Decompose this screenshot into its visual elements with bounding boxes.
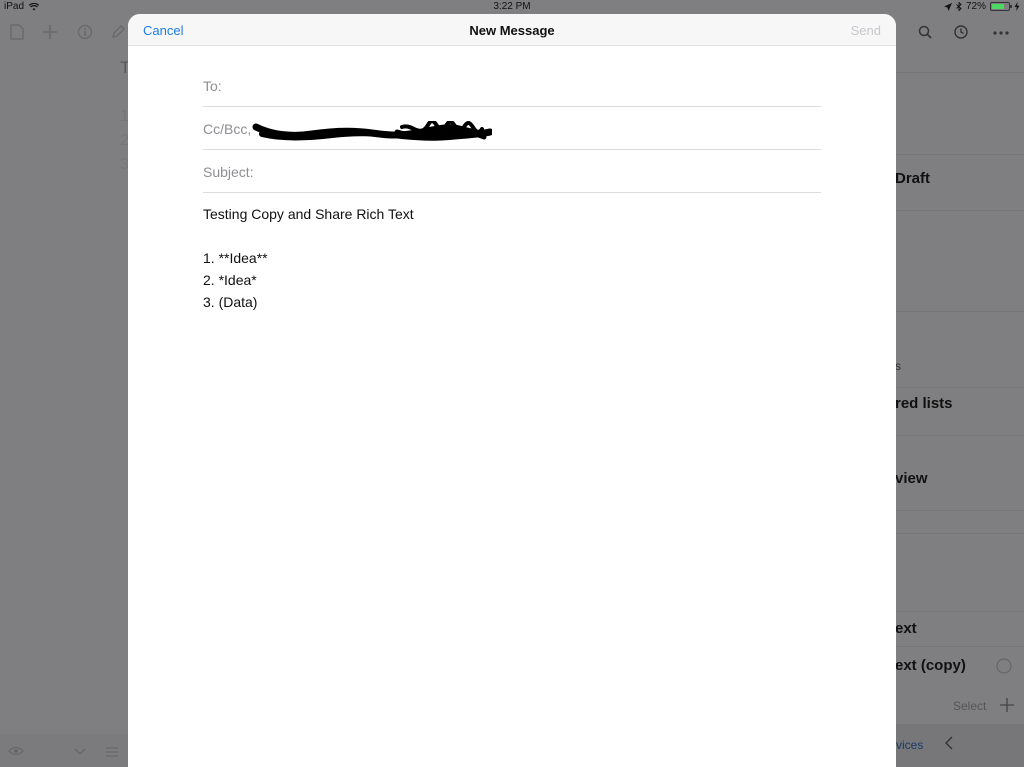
chevron-left-icon bbox=[945, 736, 953, 750]
draft-list-item: ext bbox=[895, 620, 917, 637]
pencil-icon bbox=[112, 25, 125, 38]
location-arrow-icon bbox=[943, 2, 952, 11]
document-icon bbox=[10, 24, 24, 40]
spinner-icon bbox=[996, 658, 1012, 674]
charging-bolt-icon bbox=[1014, 2, 1020, 11]
add-icon bbox=[43, 25, 57, 39]
draft-list-item: view bbox=[895, 470, 928, 487]
status-bar: iPad 3:22 PM 72% bbox=[0, 0, 1024, 14]
battery-level bbox=[992, 4, 1004, 9]
subject-field[interactable]: Subject: bbox=[203, 150, 821, 193]
services-link: vices bbox=[896, 738, 924, 752]
to-label: To: bbox=[203, 78, 222, 94]
body-line: 3. (Data) bbox=[203, 294, 258, 310]
more-icon bbox=[993, 31, 1009, 35]
section-header: s bbox=[895, 359, 901, 373]
draft-list-item: Draft bbox=[895, 170, 931, 187]
chevron-down-icon bbox=[74, 748, 86, 755]
select-label: Select bbox=[953, 699, 987, 713]
to-field[interactable]: To: bbox=[203, 64, 821, 107]
subject-label: Subject: bbox=[203, 164, 254, 180]
compose-sheet: Cancel New Message Send To: Cc/Bcc, Subj… bbox=[128, 14, 896, 767]
compose-title: New Message bbox=[469, 23, 555, 38]
send-button[interactable]: Send bbox=[851, 23, 881, 38]
screen: iPad 3:22 PM 72% T 1 2 3 Draft s red lis… bbox=[0, 0, 1024, 767]
compose-header: Cancel New Message Send bbox=[128, 14, 896, 46]
body-line bbox=[203, 225, 821, 247]
redaction-scribble bbox=[252, 121, 492, 141]
battery-icon bbox=[990, 2, 1012, 11]
message-body[interactable]: Testing Copy and Share Rich Text 1. **Id… bbox=[203, 203, 821, 313]
battery-percent: 72% bbox=[965, 1, 986, 12]
bluetooth-icon bbox=[956, 2, 962, 11]
body-line: 1. **Idea** bbox=[203, 250, 268, 266]
body-line: Testing Copy and Share Rich Text bbox=[203, 206, 414, 222]
list-icon bbox=[106, 747, 118, 757]
info-icon bbox=[77, 24, 93, 40]
status-time: 3:22 PM bbox=[493, 1, 531, 12]
body-line: 2. *Idea* bbox=[203, 272, 257, 288]
search-icon bbox=[918, 25, 932, 39]
cc-bcc-label: Cc/Bcc, bbox=[203, 121, 252, 137]
history-icon bbox=[954, 25, 968, 39]
eye-icon bbox=[8, 746, 24, 756]
add-icon bbox=[1000, 698, 1014, 712]
draft-list-item: red lists bbox=[895, 395, 953, 412]
